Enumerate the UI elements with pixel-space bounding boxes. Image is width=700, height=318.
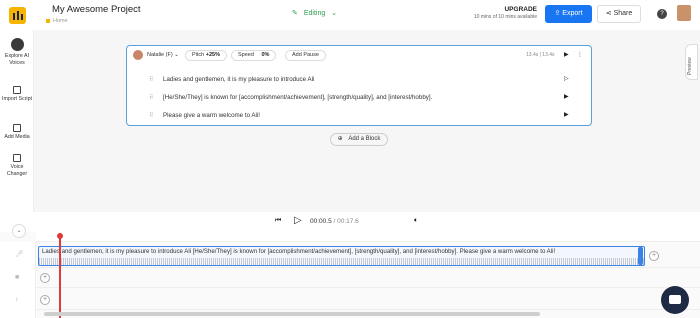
voice-changer-icon [13, 154, 21, 162]
play-icon[interactable]: ▶ [564, 111, 569, 118]
upgrade-info[interactable]: UPGRADE 10 mins of 10 mins available [463, 6, 537, 20]
media-icon [13, 124, 21, 132]
preview-tab[interactable]: Preview [685, 44, 698, 80]
sidebar-item-add-media[interactable]: Add Media [0, 124, 34, 141]
waveform [39, 258, 644, 265]
share-label: Share [613, 10, 633, 17]
skip-back-icon[interactable]: ⏮ [275, 217, 281, 225]
top-bar: My Awesome Project Home ✎ Editing ⌄ UPGR… [0, 0, 700, 30]
line-text[interactable]: Ladies and gentlemen, it is my pleasure … [163, 76, 314, 83]
add-music-icon[interactable]: + [40, 295, 50, 305]
block-toolbar: Natalie (F) ⌄ Pitch +25% Speed 0% Add Pa… [127, 46, 591, 64]
sidebar-item-voice-changer[interactable]: Voice Changer [0, 154, 34, 177]
chevron-down-icon: ⌄ [331, 10, 338, 17]
export-button[interactable]: ⇪ Export [545, 5, 592, 23]
brand-logo[interactable] [9, 7, 26, 24]
current-time: 00:00.5 [310, 218, 332, 225]
import-icon [13, 86, 21, 94]
microphone-icon: 🎤︎ [15, 251, 24, 258]
add-block-label: Add a Block [348, 136, 381, 142]
speed-label: Speed [238, 52, 254, 58]
time-ruler[interactable] [36, 232, 700, 242]
play-icon[interactable]: ▶ [564, 51, 569, 58]
video-icon: ■ [15, 274, 20, 281]
pencil-icon: ✎ [292, 10, 298, 17]
sidebar-item-label: Voice Changer [6, 164, 28, 177]
sidebar-item-label: Add Media [4, 134, 30, 140]
preview-label: Preview [687, 57, 693, 75]
speed-control[interactable]: Speed 0% [231, 50, 277, 61]
horizontal-scrollbar[interactable] [44, 312, 540, 316]
time-display: 00:00.5 / 00:17.6 [310, 218, 359, 225]
clip-resize-handle[interactable] [638, 247, 643, 265]
clip-text: Ladies and gentlemen, it is my pleasure … [42, 248, 556, 255]
music-track[interactable]: + [36, 290, 700, 310]
breadcrumb[interactable]: Home [46, 18, 68, 24]
script-block[interactable]: Natalie (F) ⌄ Pitch +25% Speed 0% Add Pa… [126, 45, 592, 126]
project-title[interactable]: My Awesome Project [52, 4, 141, 15]
playhead-handle[interactable] [57, 233, 63, 239]
sidebar-item-label: Import Script [1, 96, 33, 102]
playhead[interactable] [59, 233, 61, 318]
upgrade-subtitle: 10 mins of 10 mins available [473, 14, 537, 20]
voice-clip[interactable]: Ladies and gentlemen, it is my pleasure … [38, 246, 645, 266]
play-icon[interactable]: ▷ [294, 215, 302, 226]
pitch-label: Pitch [192, 52, 205, 58]
plus-circle-icon: ⊕ [337, 136, 343, 142]
video-track[interactable]: + [36, 268, 700, 288]
line-text[interactable]: Please give a warm welcome to Ali! [163, 112, 260, 119]
user-avatar[interactable] [677, 5, 691, 21]
add-clip-icon[interactable]: + [649, 251, 659, 261]
export-label: Export [562, 10, 583, 17]
block-duration: 13.4s | 13.4s [526, 52, 555, 58]
upload-icon: ⇪ [554, 10, 561, 17]
share-icon: ⋖ [605, 10, 612, 17]
total-time: / 00:17.6 [333, 218, 359, 225]
home-icon [46, 18, 50, 23]
script-line[interactable]: ⠿ Ladies and gentlemen, it is my pleasur… [127, 73, 591, 87]
add-pause-button[interactable]: Add Pause [285, 50, 326, 61]
script-line[interactable]: ⠿ Please give a warm welcome to Ali! ▶ [127, 109, 591, 123]
play-outline-icon[interactable]: ▷ [564, 75, 569, 82]
voice-name: Natalie (F) [147, 52, 173, 58]
add-block-button[interactable]: ⊕ Add a Block [330, 133, 388, 146]
sidebar-item-explore-voices[interactable]: Explore AI Voices [0, 38, 34, 66]
drag-handle-icon[interactable]: ⠿ [149, 76, 153, 83]
mode-dropdown[interactable]: ✎ Editing ⌄ [292, 9, 337, 17]
share-button[interactable]: ⋖ Share [597, 5, 641, 23]
mode-label: Editing [303, 10, 326, 17]
drag-handle-icon[interactable]: ⠿ [149, 94, 153, 101]
speed-value: 0% [261, 52, 270, 58]
play-icon[interactable]: ▶ [564, 93, 569, 100]
left-sidebar: Explore AI Voices Import Script Add Medi… [0, 30, 34, 212]
more-options-icon[interactable]: ⋮ [577, 51, 583, 58]
playback-bar: ⏮ ▷ 00:00.5 / 00:17.6 🔈︎ [0, 212, 700, 232]
script-line[interactable]: ⠿ [He/She/They] is known for [accomplish… [127, 91, 591, 105]
pitch-control[interactable]: Pitch +25% [185, 50, 227, 61]
voice-avatar[interactable] [133, 50, 143, 60]
pitch-value: +25% [205, 52, 220, 58]
chat-support-button[interactable] [661, 286, 689, 314]
drag-handle-icon[interactable]: ⠿ [149, 112, 153, 119]
avatar-icon [10, 38, 24, 51]
music-icon: ♪ [15, 296, 19, 303]
collapse-chevron-icon[interactable]: ⌄ [12, 224, 26, 238]
add-video-icon[interactable]: + [40, 273, 50, 283]
upgrade-title[interactable]: UPGRADE [463, 6, 537, 13]
sidebar-item-import-script[interactable]: Import Script [0, 86, 34, 103]
breadcrumb-home[interactable]: Home [53, 18, 68, 24]
timeline: 🎤︎ ■ ♪ + + [0, 232, 700, 318]
track-icons-column: 🎤︎ ■ ♪ [0, 242, 36, 318]
line-text[interactable]: [He/She/They] is known for [accomplishme… [163, 94, 432, 101]
voice-selector[interactable]: Natalie (F) ⌄ [147, 52, 179, 58]
help-icon[interactable]: ? [657, 9, 667, 19]
chat-icon [669, 295, 681, 304]
volume-icon[interactable]: 🔈︎ [414, 217, 418, 225]
sidebar-item-label: Explore AI Voices [4, 53, 30, 66]
app-window: My Awesome Project Home ✎ Editing ⌄ UPGR… [0, 0, 700, 318]
chevron-down-icon: ⌄ [174, 52, 179, 58]
